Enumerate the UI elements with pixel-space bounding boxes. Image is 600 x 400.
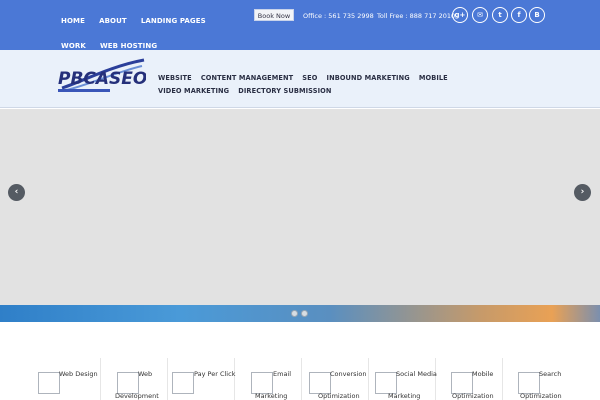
service-web-development[interactable]: Web Development [101, 358, 168, 400]
top-nav-about[interactable]: ABOUT [99, 17, 127, 25]
service-subtitle: Development [115, 392, 159, 400]
service-icon [251, 372, 273, 394]
service-icon [38, 372, 60, 394]
top-nav-landing-pages[interactable]: LANDING PAGES [141, 17, 206, 25]
facebook-icon[interactable]: f [511, 7, 527, 23]
service-icon [172, 372, 194, 394]
top-nav-web-hosting[interactable]: WEB HOSTING [100, 42, 157, 50]
service-title: Mobile [472, 370, 494, 378]
main-nav-content-management[interactable]: CONTENT MANAGEMENT [201, 74, 293, 83]
service-mobile-optimization[interactable]: Mobile Optimization [436, 358, 503, 400]
top-nav-work[interactable]: WORK [61, 42, 86, 50]
service-subtitle: Optimization [452, 392, 494, 400]
service-title: Search [539, 370, 562, 378]
service-title: Web [138, 370, 153, 378]
site-logo[interactable]: PBCASEO [56, 56, 146, 96]
service-search-optimization[interactable]: Search Optimization [503, 358, 573, 400]
twitter-icon[interactable]: t [492, 7, 508, 23]
service-subtitle: Marketing [255, 392, 288, 400]
service-email-marketing[interactable]: Email Marketing [235, 358, 302, 400]
service-title: Web Design [59, 370, 98, 378]
office-phone: Office : 561 735 2998 [303, 12, 374, 20]
service-subtitle: Optimization [318, 392, 360, 400]
main-nav-mobile[interactable]: MOBILE [419, 74, 448, 83]
service-title: Conversion [330, 370, 367, 378]
main-nav-directory-submission[interactable]: DIRECTORY SUBMISSION [238, 87, 331, 96]
mail-icon[interactable]: ✉ [472, 7, 488, 23]
slider-dot-2[interactable] [301, 310, 308, 317]
site-header: PBCASEO WEBSITE CONTENT MANAGEMENT SEO I… [0, 50, 600, 108]
service-pay-per-click[interactable]: Pay Per Click [168, 358, 235, 400]
service-icon [117, 372, 139, 394]
slider-prev-button[interactable]: ‹ [8, 184, 25, 201]
logo-wordmark: PBCASEO [58, 69, 146, 89]
service-icon [518, 372, 540, 394]
slider-dot-1[interactable] [291, 310, 298, 317]
service-subtitle: Marketing [388, 392, 421, 400]
service-subtitle: Optimization [520, 392, 562, 400]
service-title: Social Media [396, 370, 437, 378]
hero-slider: ‹ › [0, 109, 600, 305]
service-icon [451, 372, 473, 394]
main-nav-website[interactable]: WEBSITE [158, 74, 192, 83]
service-social-media-marketing[interactable]: Social Media Marketing [369, 358, 437, 400]
service-title: Email [273, 370, 292, 378]
slider-banner-strip [0, 305, 600, 322]
top-bar: HOME ABOUT LANDING PAGES WORK WEB HOSTIN… [0, 0, 600, 50]
top-nav-home[interactable]: HOME [61, 17, 85, 25]
service-icon [309, 372, 331, 394]
tollfree-phone: Toll Free : 888 717 2010 [377, 12, 456, 20]
service-conversion-optimization[interactable]: Conversion Optimization [302, 358, 369, 400]
service-web-design[interactable]: Web Design [34, 358, 101, 400]
services-row: Web Design Web Development Pay Per Click… [34, 358, 574, 400]
blogger-icon[interactable]: B [529, 7, 545, 23]
main-nav: WEBSITE CONTENT MANAGEMENT SEO INBOUND M… [158, 70, 498, 96]
service-icon [375, 372, 397, 394]
service-title: Pay Per Click [194, 370, 236, 378]
main-nav-inbound-marketing[interactable]: INBOUND MARKETING [327, 74, 410, 83]
main-nav-seo[interactable]: SEO [302, 74, 317, 83]
slider-next-button[interactable]: › [574, 184, 591, 201]
main-nav-video-marketing[interactable]: VIDEO MARKETING [158, 87, 229, 96]
book-now-button[interactable]: Book Now [254, 9, 294, 21]
google-plus-icon[interactable]: g+ [452, 7, 468, 23]
